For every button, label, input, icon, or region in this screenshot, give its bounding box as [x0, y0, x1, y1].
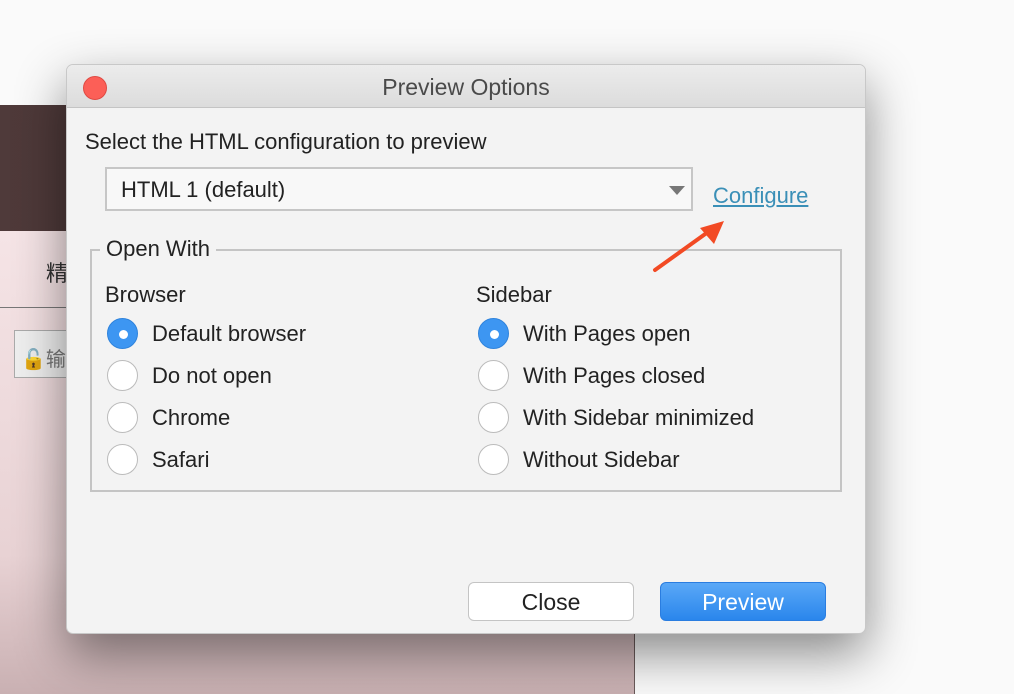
title-bar: Preview Options	[67, 65, 865, 108]
radio-unselected-icon	[107, 402, 138, 433]
annotation-arrow-icon	[653, 221, 724, 272]
radio-unselected-icon	[478, 444, 509, 475]
radio-default-browser[interactable]: Default browser	[107, 318, 306, 349]
preview-button[interactable]: Preview	[660, 582, 826, 621]
radio-label: Default browser	[152, 320, 307, 346]
radio-unselected-icon	[107, 360, 138, 391]
config-select-value: HTML 1 (default)	[121, 177, 286, 202]
dialog-title: Preview Options	[382, 74, 550, 100]
radio-label: Safari	[152, 446, 210, 472]
radio-sidebar-minimized[interactable]: With Sidebar minimized	[478, 402, 754, 433]
radio-label: With Sidebar minimized	[523, 404, 755, 430]
background-tab-text: 精	[46, 261, 69, 286]
window-close-button[interactable]	[83, 76, 107, 100]
background-input: 🔓输	[14, 330, 74, 378]
radio-unselected-icon	[478, 402, 509, 433]
chevron-down-icon	[669, 186, 685, 195]
open-with-legend: Open With	[100, 236, 216, 262]
radio-pages-closed[interactable]: With Pages closed	[478, 360, 705, 391]
radio-label: With Pages open	[523, 320, 691, 346]
radio-safari[interactable]: Safari	[107, 444, 209, 475]
close-button[interactable]: Close	[468, 582, 634, 621]
config-prompt: Select the HTML configuration to preview	[85, 129, 487, 154]
radio-selected-icon	[478, 318, 509, 349]
preview-options-dialog: Preview Options Select the HTML configur…	[66, 64, 866, 634]
radio-unselected-icon	[107, 444, 138, 475]
radio-selected-icon	[107, 318, 138, 349]
radio-label: Chrome	[152, 404, 231, 430]
config-select[interactable]: HTML 1 (default)	[105, 167, 693, 211]
radio-unselected-icon	[478, 360, 509, 391]
browser-heading: Browser	[105, 282, 186, 307]
radio-label: With Pages closed	[523, 362, 706, 388]
background-input-text: 输	[45, 349, 66, 371]
radio-do-not-open[interactable]: Do not open	[107, 360, 272, 391]
radio-pages-open[interactable]: With Pages open	[478, 318, 691, 349]
radio-chrome[interactable]: Chrome	[107, 402, 230, 433]
configure-link[interactable]: Configure	[713, 183, 808, 209]
radio-label: Do not open	[152, 362, 272, 388]
sidebar-heading: Sidebar	[476, 282, 552, 307]
radio-without-sidebar[interactable]: Without Sidebar	[478, 444, 680, 475]
lock-icon: 🔓	[21, 349, 46, 371]
radio-label: Without Sidebar	[523, 446, 680, 472]
